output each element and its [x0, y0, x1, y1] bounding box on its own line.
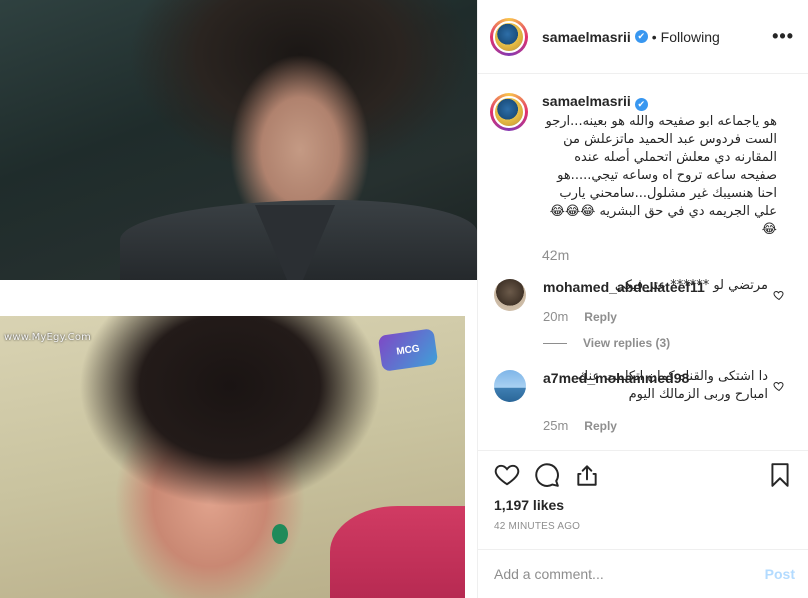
comment-item: a7med_mohammed98 دا اشتكى والقناه كمان ا… [490, 369, 793, 433]
reply-button[interactable]: Reply [584, 310, 617, 324]
photo-bottom-dress [330, 506, 465, 598]
post-actions: 1,197 likes 42 minutes ago [478, 450, 808, 549]
verified-badge-icon: ✔ [634, 30, 648, 43]
caption-text: هو ياجماعه ابو صفيحه والله هو بعينه...ار… [545, 114, 777, 237]
comment-body: mohamed_abdellateef11 مرتضي لو ****** عت… [543, 278, 768, 350]
comment-item: mohamed_abdellateef11 مرتضي لو ****** عت… [490, 278, 793, 350]
replies-line [543, 342, 567, 344]
photo-bottom: www.MyEgy.Com MCG [0, 316, 465, 598]
comment-body: a7med_mohammed98 دا اشتكى والقناه كمان ا… [543, 369, 768, 433]
reply-button[interactable]: Reply [584, 419, 617, 433]
view-replies-label[interactable]: View replies (3) [583, 336, 670, 350]
photo-top [0, 0, 477, 280]
photo-divider [0, 280, 477, 316]
bookmark-icon[interactable] [767, 462, 793, 488]
watermark: www.MyEgy.Com [4, 332, 92, 343]
caption-username-text[interactable]: samaelmasrii [542, 93, 631, 109]
verified-badge-icon: ✔ [634, 98, 648, 111]
comment-meta: 25m Reply [543, 418, 768, 433]
comment-avatar[interactable] [494, 370, 526, 402]
post-sidebar: samaelmasrii ✔ • Following ••• samaelmas… [477, 0, 808, 598]
like-heart-icon[interactable] [494, 462, 520, 488]
comment-avatar[interactable] [494, 279, 526, 311]
action-icons [494, 451, 793, 499]
comment-bubble-icon[interactable] [534, 462, 560, 488]
share-icon[interactable] [574, 462, 600, 488]
following-button[interactable]: Following [661, 29, 720, 45]
caption-time: 42m [542, 247, 570, 263]
post-timestamp[interactable]: 42 minutes ago [494, 521, 793, 532]
post-header: samaelmasrii ✔ • Following ••• [478, 0, 808, 74]
view-replies-button[interactable]: View replies (3) [543, 336, 768, 350]
caption-username[interactable]: samaelmasrii ✔ [542, 93, 777, 111]
avatar-image [493, 20, 525, 53]
avatar[interactable] [490, 17, 528, 56]
caption-avatar[interactable] [490, 93, 528, 131]
like-comment-heart-icon[interactable] [773, 380, 785, 392]
comment-time: 20m [543, 309, 569, 324]
add-comment-bar: Post [478, 549, 808, 598]
more-options-icon[interactable]: ••• [772, 26, 794, 47]
post-button[interactable]: Post [765, 566, 795, 582]
header-username[interactable]: samaelmasrii [542, 29, 631, 45]
avatar-image [493, 96, 525, 128]
post-media[interactable]: www.MyEgy.Com MCG [0, 0, 477, 598]
likes-count[interactable]: 1,197 likes [494, 497, 793, 513]
add-comment-input[interactable] [494, 566, 765, 582]
separator-dot: • [651, 28, 657, 45]
caption: samaelmasrii ✔ هو ياجماعه ابو صفيحه والله… [490, 93, 793, 263]
caption-body: samaelmasrii ✔ هو ياجماعه ابو صفيحه والله… [542, 93, 777, 263]
comment-time: 25m [543, 418, 569, 433]
like-comment-heart-icon[interactable] [773, 289, 785, 301]
comments-list[interactable]: samaelmasrii ✔ هو ياجماعه ابو صفيحه والله… [478, 75, 808, 450]
comment-meta: 20m Reply [543, 309, 768, 324]
channel-logo: MCG [377, 328, 439, 372]
photo-bottom-earring [272, 524, 288, 544]
